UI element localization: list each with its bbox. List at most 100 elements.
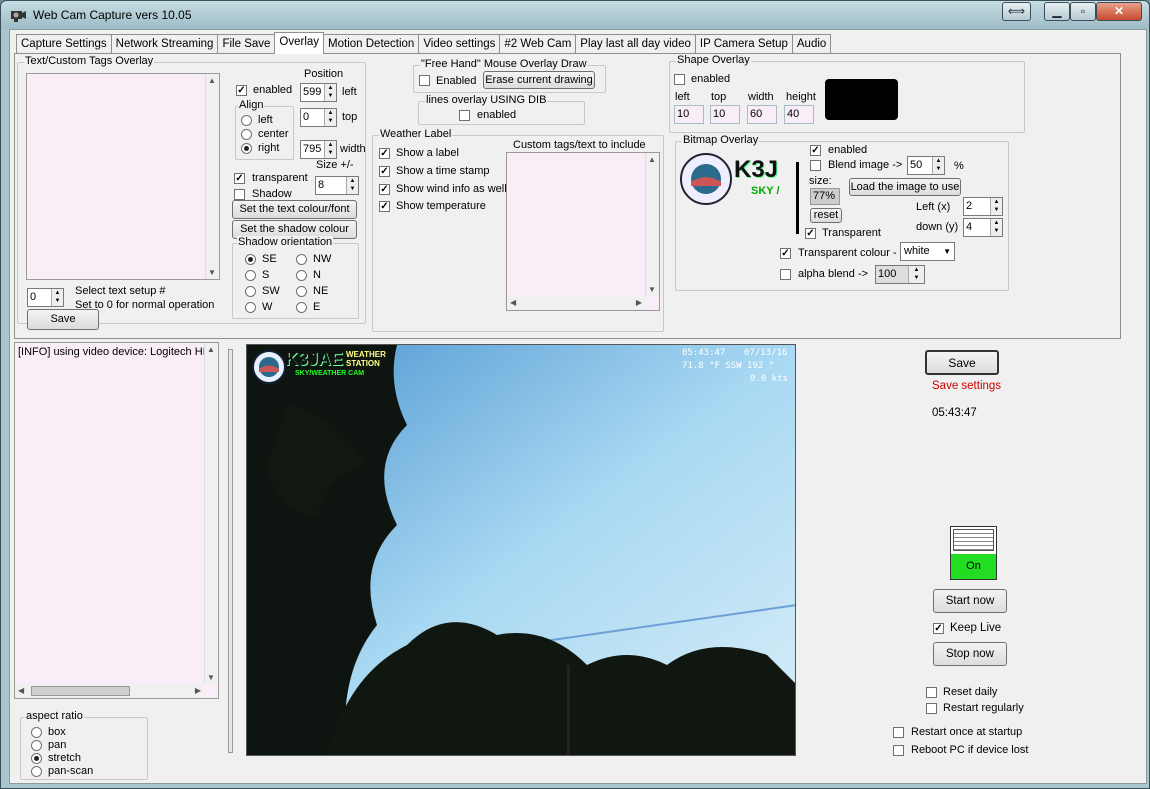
bitmap-reset-button[interactable]: reset [810,208,842,223]
width-spinner[interactable]: 795 ▲ ▼ [300,140,337,159]
orient-s-radio[interactable] [245,270,256,281]
tab-webcam-2[interactable]: #2 Web Cam [499,34,577,54]
restart-regularly-checkbox[interactable] [926,703,937,714]
load-image-button[interactable]: Load the image to use [849,178,961,196]
blend-spinner[interactable]: 50 ▲ ▼ [907,156,945,175]
text-enabled-checkbox[interactable]: ✓ [236,85,247,96]
aspect-panscan-radio[interactable] [31,766,42,777]
custom-tags-hscroll[interactable]: ◀ ▶ [507,296,645,310]
custom-tags-text-area[interactable]: ▲ ▼ ◀ ▶ [506,152,660,311]
text-setup-spinner[interactable]: 0 ▲ ▼ [27,288,64,307]
shape-preview[interactable] [825,79,898,120]
orient-n-radio[interactable] [296,270,307,281]
video-date: 07/13/16 [744,348,788,358]
transparent-checkbox[interactable]: ✓ [234,173,245,184]
minimize-button[interactable]: ▁ [1044,2,1070,21]
shape-height-input[interactable]: 40 [784,105,814,124]
shape-top-input[interactable]: 10 [710,105,740,124]
shape-left-input[interactable]: 10 [674,105,704,124]
orient-nw-label: NW [313,253,332,265]
tab-file-save[interactable]: File Save [217,34,276,54]
aspect-pan-radio[interactable] [31,740,42,751]
width-label: width [340,143,366,155]
stop-now-button[interactable]: Stop now [933,642,1007,666]
bitmap-enabled-checkbox[interactable]: ✓ [810,145,821,156]
transparent-colour-checkbox[interactable]: ✓ [780,248,791,259]
alpha-blend-checkbox[interactable] [780,269,791,280]
toggle-top [953,529,994,551]
log-vertical-scrollbar[interactable]: ▲ ▼ [204,343,218,684]
alpha-blend-spinner[interactable]: 100 ▲ ▼ [875,265,925,284]
align-label: Align [238,99,265,111]
orient-se-radio[interactable] [245,254,256,265]
shadow-checkbox[interactable] [234,189,245,200]
tab-motion-detection[interactable]: Motion Detection [323,34,420,54]
tab-video-settings[interactable]: Video settings [418,34,501,54]
vertical-slider-track[interactable] [228,349,233,753]
freehand-group: "Free Hand" Mouse Overlay Draw Enabled E… [413,58,606,93]
custom-tags-scrollbar[interactable]: ▲ ▼ [645,153,659,296]
tab-audio[interactable]: Audio [791,34,832,54]
show-timestamp-checkbox[interactable]: ✓ [379,166,390,177]
aspect-stretch-label: stretch [48,752,82,764]
log-box[interactable]: [INFO] using video device: Logitech HI ▲… [14,342,219,699]
aspect-box-radio[interactable] [31,727,42,738]
restart-once-checkbox[interactable] [893,727,904,738]
log-scroll-thumb[interactable] [31,686,130,696]
tab-play-last-video[interactable]: Play last all day video [575,34,696,54]
orient-e-radio[interactable] [296,302,307,313]
left-position-spinner[interactable]: 599 ▲ ▼ [300,83,337,102]
video-preview[interactable]: K3JAE WEATHER STATION SKY/WEATHER CAM 05… [246,344,796,756]
power-toggle[interactable]: On [950,526,997,580]
position-label: Position [304,68,344,80]
aspect-stretch-radio[interactable] [31,753,42,764]
transparent-colour-select[interactable]: white ▼ [900,242,955,261]
text-colour-button[interactable]: Set the text colour/font [232,200,357,219]
lines-enabled-checkbox[interactable] [459,110,470,121]
tab-network-streaming[interactable]: Network Streaming [110,34,219,54]
weather-label-group-label: Weather Label [379,128,453,140]
text-setup-save-button[interactable]: Save [27,309,99,330]
tab-overlay[interactable]: Overlay [274,32,325,54]
tab-ip-camera-setup[interactable]: IP Camera Setup [694,34,793,54]
shape-enabled-checkbox[interactable] [674,74,685,85]
bitmap-enabled-label: enabled [828,144,868,156]
down-y-spinner[interactable]: 4 ▲ ▼ [963,218,1003,237]
align-right-radio[interactable] [241,143,252,154]
orient-sw-radio[interactable] [245,286,256,297]
show-temperature-label: Show temperature [396,200,486,212]
reboot-pc-checkbox[interactable] [893,745,904,756]
main-save-button[interactable]: Save [925,350,999,375]
maximize-button[interactable]: ▫ [1070,2,1096,21]
reset-daily-checkbox[interactable] [926,687,937,698]
textarea-scrollbar[interactable]: ▲ ▼ [205,74,219,279]
bitmap-transparent-checkbox[interactable]: ✓ [805,228,816,239]
keep-live-checkbox[interactable]: ✓ [933,623,944,634]
blend-image-checkbox[interactable] [810,160,821,171]
tab-capture-settings[interactable]: Capture Settings [16,34,112,54]
show-temperature-checkbox[interactable]: ✓ [379,201,390,212]
log-horizontal-scrollbar[interactable]: ◀ ▶ [15,684,204,698]
align-center-radio[interactable] [241,129,252,140]
align-left-radio[interactable] [241,115,252,126]
show-wind-checkbox[interactable]: ✓ [379,184,390,195]
freehand-enabled-checkbox[interactable] [419,75,430,86]
shape-width-input[interactable]: 60 [747,105,777,124]
show-label-checkbox[interactable]: ✓ [379,148,390,159]
clock-label: 05:43:47 [932,407,977,419]
shape-width-label: width [748,91,774,103]
custom-tags-textarea[interactable]: ▲ ▼ [26,73,220,280]
orient-nw-radio[interactable] [296,254,307,265]
transparent-colour-label: Transparent colour - [798,247,897,259]
restore-arrows-button[interactable]: ⟺ [1002,2,1031,21]
orient-w-radio[interactable] [245,302,256,313]
font-size-spinner[interactable]: 8 ▲ ▼ [315,176,359,195]
start-now-button[interactable]: Start now [933,589,1007,613]
left-x-spinner[interactable]: 2 ▲ ▼ [963,197,1003,216]
orient-ne-radio[interactable] [296,286,307,297]
top-position-spinner[interactable]: 0 ▲ ▼ [300,108,337,127]
show-label-label: Show a label [396,147,459,159]
title-bar[interactable]: Web Cam Capture vers 10.05 ⟺ ▁ ▫ ✕ [1,1,1149,29]
close-button[interactable]: ✕ [1096,2,1142,21]
erase-drawing-button[interactable]: Erase current drawing [483,71,595,89]
